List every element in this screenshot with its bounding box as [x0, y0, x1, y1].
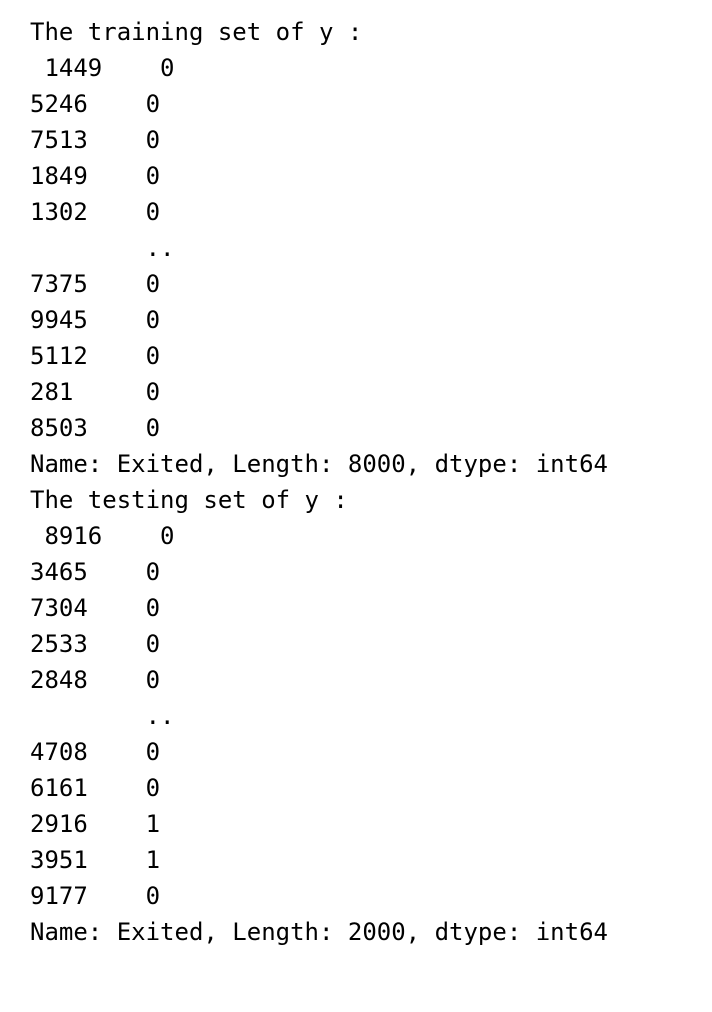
- training-row: 5246 0: [30, 90, 161, 118]
- training-row: 5112 0: [30, 342, 161, 370]
- testing-ellipsis: ..: [30, 702, 175, 730]
- testing-row: 6161 0: [30, 774, 161, 802]
- training-row: 7513 0: [30, 126, 161, 154]
- training-row: 281 0: [30, 378, 161, 406]
- training-row: 8503 0: [30, 414, 161, 442]
- training-row: 7375 0: [30, 270, 161, 298]
- testing-row: 2916 1: [30, 810, 161, 838]
- testing-row: 2533 0: [30, 630, 161, 658]
- console-output: The training set of y : 1449 0 5246 0 7513…: [30, 14, 608, 950]
- testing-row: 2848 0: [30, 666, 161, 694]
- training-ellipsis: ..: [30, 234, 175, 262]
- training-row: 1302 0: [30, 198, 161, 226]
- testing-header: The testing set of y :: [30, 486, 348, 514]
- testing-row: 8916 0: [30, 522, 175, 550]
- testing-row: 4708 0: [30, 738, 161, 766]
- testing-summary: Name: Exited, Length: 2000, dtype: int64: [30, 918, 608, 946]
- testing-row: 9177 0: [30, 882, 161, 910]
- training-row: 1849 0: [30, 162, 161, 190]
- training-summary: Name: Exited, Length: 8000, dtype: int64: [30, 450, 608, 478]
- training-header: The training set of y :: [30, 18, 363, 46]
- testing-row: 3951 1: [30, 846, 161, 874]
- training-row: 9945 0: [30, 306, 161, 334]
- testing-row: 7304 0: [30, 594, 161, 622]
- training-row: 1449 0: [30, 54, 175, 82]
- testing-row: 3465 0: [30, 558, 161, 586]
